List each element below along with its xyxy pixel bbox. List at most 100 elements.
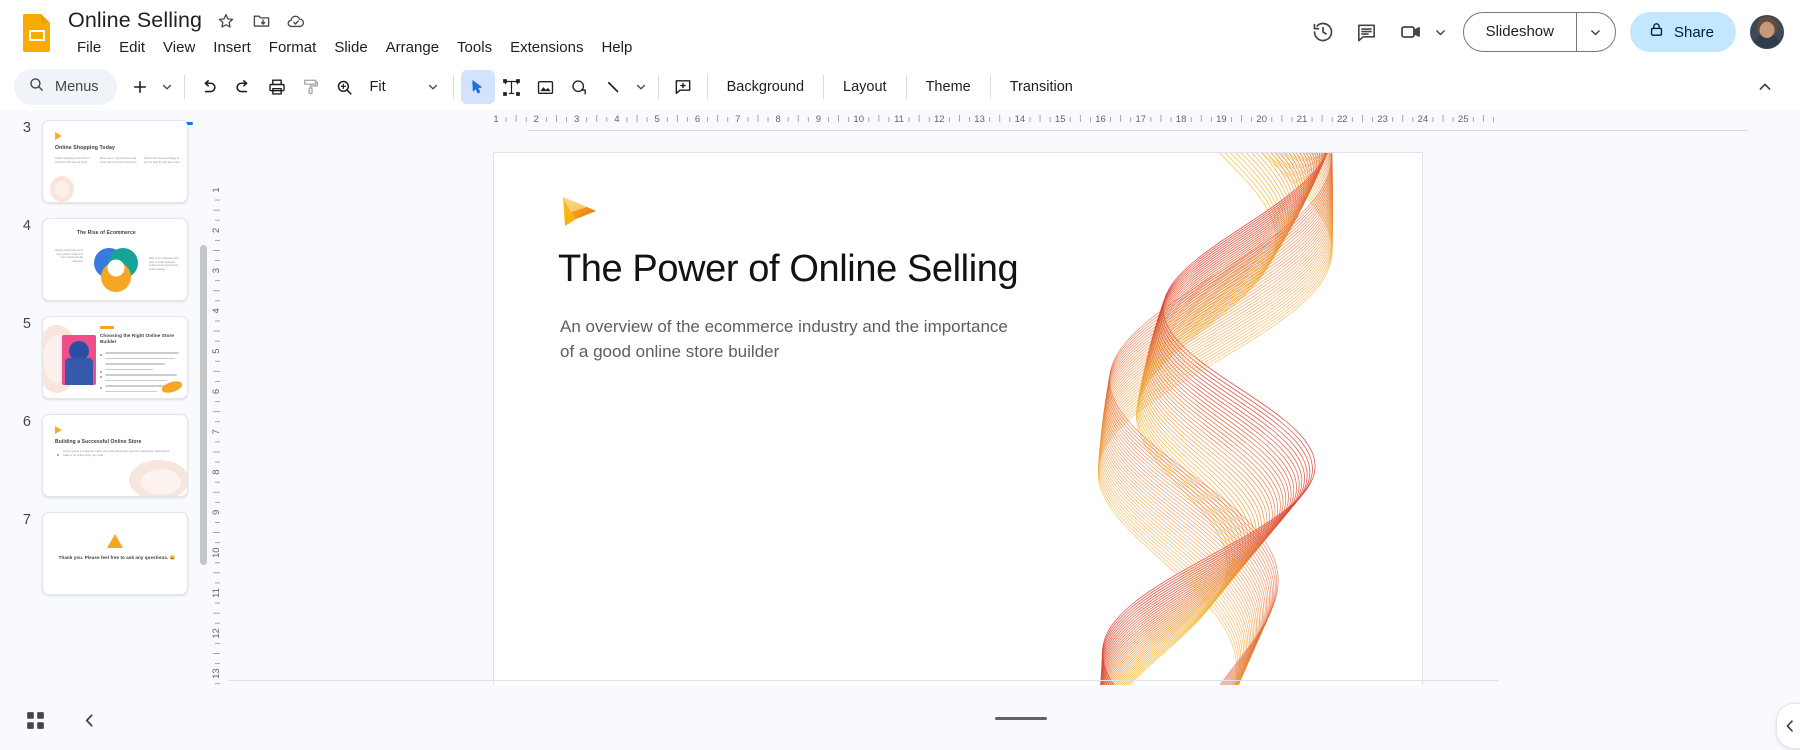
- comment-history-icon[interactable]: [1345, 10, 1389, 54]
- zoom-level-value[interactable]: Fit: [362, 70, 394, 104]
- star-icon[interactable]: [215, 10, 237, 32]
- svg-text:2: 2: [211, 228, 222, 233]
- vertical-ruler[interactable]: 1234567891011121314: [208, 130, 228, 685]
- divider: [905, 75, 907, 99]
- menu-file[interactable]: File: [68, 36, 110, 60]
- share-button[interactable]: Share: [1629, 12, 1736, 52]
- background-button[interactable]: Background: [715, 72, 816, 102]
- print-button[interactable]: [260, 70, 294, 104]
- flowing-wave-lines-graphic: [1042, 153, 1422, 697]
- thumbnail-title: Choosing the Right Online Store Builder: [100, 333, 175, 345]
- menu-slide[interactable]: Slide: [325, 36, 376, 60]
- menu-arrange[interactable]: Arrange: [377, 36, 448, 60]
- play-arrow-logo-icon[interactable]: [560, 191, 600, 231]
- slideshow-button[interactable]: Slideshow: [1464, 13, 1576, 51]
- svg-text:2: 2: [534, 114, 539, 125]
- theme-button[interactable]: Theme: [914, 72, 983, 102]
- version-history-icon[interactable]: [1301, 10, 1345, 54]
- svg-text:5: 5: [211, 349, 222, 354]
- svg-text:6: 6: [211, 389, 222, 394]
- slide-thumbnail[interactable]: Choosing the Right Online Store Builder: [42, 316, 188, 399]
- undo-button[interactable]: [192, 70, 226, 104]
- select-tool-button[interactable]: [460, 70, 495, 104]
- bullet-dot: [100, 376, 102, 378]
- svg-text:7: 7: [211, 429, 222, 434]
- page-title[interactable]: Online Selling: [68, 8, 202, 33]
- open-side-panel-button[interactable]: [1776, 703, 1800, 749]
- shape-tool-button[interactable]: [563, 70, 597, 104]
- menu-view[interactable]: View: [154, 36, 204, 60]
- grid-icon: [26, 711, 44, 729]
- line-tool-chevron-down-icon[interactable]: [631, 70, 651, 104]
- svg-text:15: 15: [1055, 114, 1066, 125]
- slide-thumbnail[interactable]: The Rise of Ecommerce Buying online has …: [42, 218, 188, 301]
- slide-number: 7: [22, 512, 31, 528]
- slide-subtitle-text[interactable]: An overview of the ecommerce industry an…: [560, 315, 1020, 365]
- list-item[interactable]: 6 Building a Successful Online Store If …: [0, 414, 188, 497]
- speaker-notes-handle[interactable]: [995, 717, 1047, 720]
- new-slide-button[interactable]: [123, 70, 157, 104]
- slide-thumbnail[interactable]: Thank you. Please feel free to ask any q…: [42, 512, 188, 595]
- divider: [706, 75, 708, 99]
- main-toolbar: Menus Fit Background Layout Theme Transi…: [0, 64, 1800, 110]
- menu-format[interactable]: Format: [260, 36, 326, 60]
- top-bar: Online Selling File Edit View Insert For…: [0, 0, 1800, 64]
- collapse-toolbar-chevron-up-icon[interactable]: [1748, 70, 1782, 104]
- cloud-saved-icon[interactable]: [285, 10, 307, 32]
- video-camera-icon[interactable]: [1389, 10, 1433, 54]
- new-slide-chevron-down-icon[interactable]: [157, 70, 177, 104]
- menu-help[interactable]: Help: [592, 36, 641, 60]
- add-comment-button[interactable]: [666, 70, 700, 104]
- insert-image-button[interactable]: [529, 70, 563, 104]
- move-to-folder-icon[interactable]: [250, 10, 272, 32]
- search-icon: [28, 76, 45, 98]
- layout-button[interactable]: Layout: [831, 72, 899, 102]
- list-item[interactable]: 3 Online Shopping Today Online shopping …: [0, 120, 188, 203]
- list-item[interactable]: 4 The Rise of Ecommerce Buying online ha…: [0, 218, 188, 301]
- venn-diagram-graphic: [94, 248, 138, 292]
- collapse-filmstrip-button[interactable]: [70, 701, 108, 739]
- text-line: [105, 352, 179, 354]
- thumbnail-title: Online Shopping Today: [55, 145, 115, 151]
- menu-bar: File Edit View Insert Format Slide Arran…: [68, 36, 641, 60]
- transition-button[interactable]: Transition: [998, 72, 1085, 102]
- svg-text:10: 10: [211, 547, 222, 558]
- zoom-chevron-down-icon[interactable]: [420, 70, 446, 104]
- meet-button[interactable]: [1389, 10, 1453, 54]
- svg-text:19: 19: [1216, 114, 1227, 125]
- menu-tools[interactable]: Tools: [448, 36, 501, 60]
- svg-text:12: 12: [934, 114, 945, 125]
- list-item[interactable]: 7 Thank you. Please feel free to ask any…: [0, 512, 188, 595]
- line-tool-button[interactable]: [597, 70, 631, 104]
- slide-filmstrip[interactable]: 3 Online Shopping Today Online shopping …: [0, 110, 228, 685]
- menu-insert[interactable]: Insert: [204, 36, 260, 60]
- svg-text:3: 3: [211, 268, 222, 273]
- paint-format-button[interactable]: [294, 70, 328, 104]
- slide-number: 5: [22, 316, 31, 332]
- current-slide[interactable]: The Power of Online Selling An overview …: [493, 152, 1423, 698]
- menus-search-button[interactable]: Menus: [14, 69, 117, 105]
- thumbnail-text: Stores that need a strategy to get the b…: [144, 157, 180, 164]
- textbox-tool-button[interactable]: [495, 70, 529, 104]
- chevron-down-icon[interactable]: [1433, 24, 1449, 40]
- zoom-button[interactable]: [328, 70, 362, 104]
- menu-extensions[interactable]: Extensions: [501, 36, 592, 60]
- redo-button[interactable]: [226, 70, 260, 104]
- list-item[interactable]: 5 Choosing the Right Online Store Builde…: [0, 316, 188, 399]
- thumbnail-text: Buying online has never been easier, fas…: [55, 249, 83, 263]
- divider: [823, 75, 825, 99]
- filmstrip-scrollbar[interactable]: [200, 245, 207, 565]
- menu-edit[interactable]: Edit: [110, 36, 154, 60]
- slideshow-options-chevron-down-icon[interactable]: [1577, 13, 1615, 51]
- svg-text:1: 1: [211, 187, 222, 192]
- slide-canvas-area[interactable]: The Power of Online Selling An overview …: [228, 130, 1800, 698]
- slide-thumbnail[interactable]: Online Shopping Today Online shopping co…: [42, 120, 188, 203]
- text-line: [105, 374, 177, 376]
- slide-thumbnail[interactable]: Building a Successful Online Store If yo…: [42, 414, 188, 497]
- grid-view-button[interactable]: [16, 701, 54, 739]
- horizontal-ruler[interactable]: 1 2 3 4 5 6 7 8 9 10 11 12 13 14 15 16 17 18 19 20 21 22 23 24 2…: [228, 110, 1800, 130]
- user-avatar[interactable]: [1750, 15, 1784, 49]
- divider: [657, 75, 659, 99]
- svg-text:22: 22: [1337, 114, 1348, 125]
- slides-logo-icon[interactable]: [18, 12, 56, 52]
